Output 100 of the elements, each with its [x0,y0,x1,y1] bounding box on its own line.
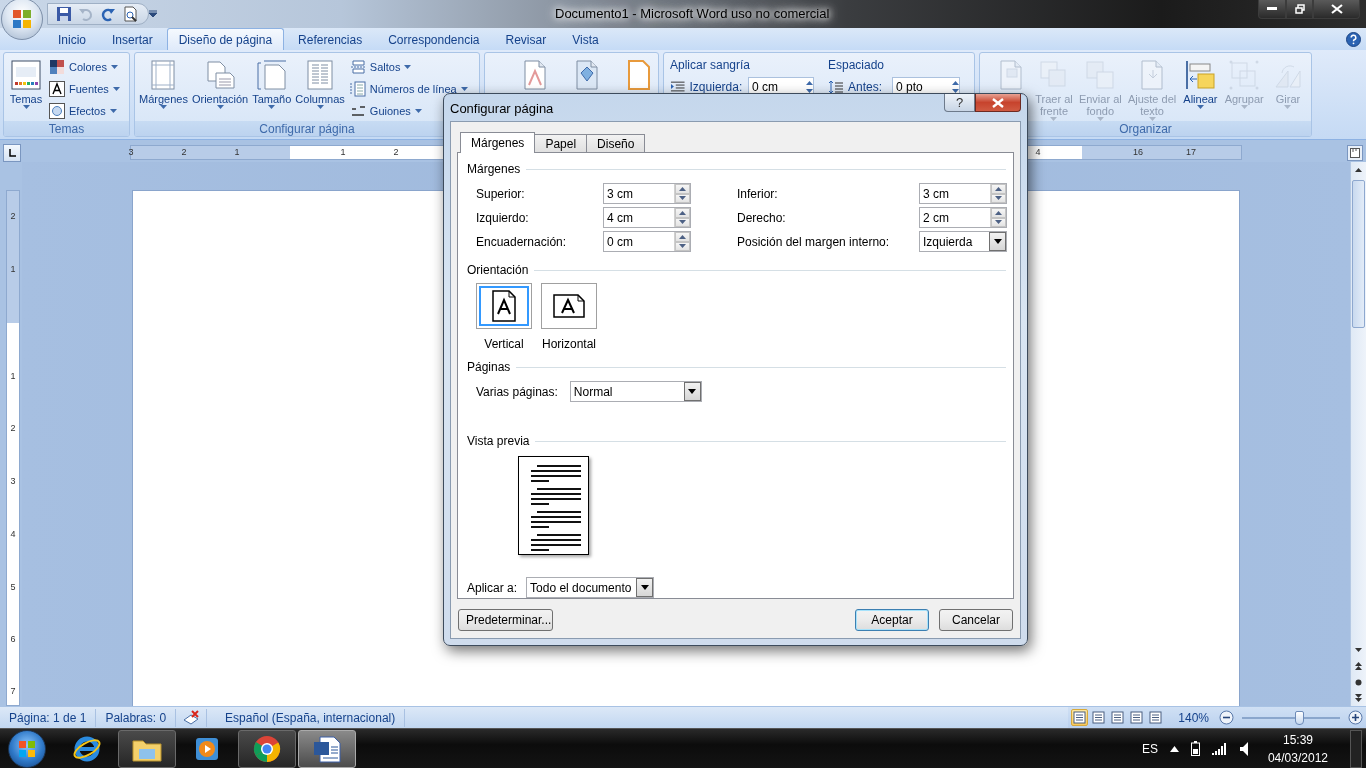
ribbon-button[interactable]: Columnas [294,56,346,110]
previous-page-icon [1355,662,1362,670]
ruler-number: 4 [1035,146,1041,159]
left-tab-icon [8,148,16,157]
colors-icon [49,59,65,75]
close-button[interactable] [975,94,1021,112]
caret-icon [112,87,120,91]
taskbar-app[interactable] [238,729,296,768]
ribbon-button[interactable]: Tamaño [251,56,293,110]
print-layout-icon [1073,711,1087,724]
spin-field[interactable]: 3 cm [603,183,691,204]
reading-view-icon [1092,711,1106,724]
field-label: Antes: [848,80,884,94]
ribbon-button[interactable]: Orientación [190,56,250,110]
ribbon-button[interactable]: Saltos [349,57,470,77]
down-arrow-icon [679,196,686,201]
ribbon-button[interactable]: Efectos [49,101,122,121]
orientation-option[interactable] [541,283,597,329]
down-arrow-icon [995,220,1002,225]
caret-icon [414,109,422,113]
ribbon-tab[interactable]: Revisar [493,28,559,50]
orientation-option[interactable] [476,283,532,329]
ribbon-tab[interactable]: Correspondencia [376,28,492,50]
spin-arrows-icon [806,80,813,94]
close-icon [992,97,1004,108]
ribbon-tab[interactable]: Insertar [100,28,165,50]
view-button[interactable] [1071,709,1089,726]
outline-icon [1130,711,1144,724]
tab-stop-selector[interactable] [3,143,21,162]
dropdown-field[interactable]: Normal [569,381,702,402]
caret-icon [460,87,468,91]
field-label: Encuadernación: [476,234,568,249]
dialog-title: Configurar página [450,101,554,116]
redo-icon [100,6,116,22]
scroll-thumb[interactable] [1352,180,1365,328]
dialog-button[interactable]: Cancelar [939,609,1013,631]
help-button[interactable]: ? [944,94,975,112]
word-count[interactable]: Palabras: 0 [96,708,177,727]
office-logo-icon [11,8,33,30]
breaks-icon [349,59,366,75]
view-ruler-button[interactable] [1347,144,1363,161]
ruler-number: 4 [9,529,17,539]
clock[interactable]: 15:39 04/03/2012 [1259,732,1338,765]
help-button[interactable] [1346,31,1361,47]
restore-button[interactable] [1286,0,1313,19]
field-label: Izquierda: [689,80,744,94]
ribbon-button[interactable]: Temas [7,56,45,110]
ribbon-tab[interactable]: Referencias [286,28,375,50]
office-button[interactable] [1,0,43,40]
view-button[interactable] [1109,709,1127,726]
ruler-number: 1 [234,146,240,159]
page-count[interactable]: Página: 1 de 1 [0,708,97,727]
spin-field[interactable]: 2 cm [919,207,1007,228]
indent-icon [670,79,686,95]
ribbon-button[interactable]: Fuentes [49,79,122,99]
group-heading: Espaciado [828,58,886,74]
caret-icon [268,105,276,109]
proofing-icon [182,709,201,726]
dialog-button[interactable]: Predeterminar... [458,609,553,631]
language-status[interactable]: Español (España, internacional) [207,708,406,727]
date-text: 04/03/2012 [1267,750,1328,765]
minimize-icon [1267,7,1277,11]
ribbon-button[interactable]: Números de línea [349,79,470,99]
taskbar-app[interactable] [298,729,356,768]
group-label: Organizar [1119,121,1172,136]
spin-field[interactable]: 3 cm [919,183,1007,204]
spin-field[interactable]: 0 cm [603,231,691,252]
field-label: Posición del margen interno: [737,234,891,249]
dropdown-field[interactable]: Todo el documento [526,577,655,598]
dialog-tab[interactable]: Papel [534,134,588,152]
dialog-button[interactable]: Aceptar [855,609,929,631]
ribbon-button[interactable]: Colores [49,57,122,77]
chrome-icon [252,733,282,764]
windows-logo-icon [18,739,36,758]
ribbon-tab[interactable]: Vista [560,28,611,50]
dropdown-field[interactable]: Izquierda [919,231,1007,252]
minimize-button[interactable] [1258,0,1286,19]
view-button[interactable] [1090,709,1108,726]
start-button[interactable] [8,729,46,768]
field-label: Izquierdo: [476,210,530,225]
close-button[interactable] [1313,0,1360,19]
ribbon-button[interactable]: Márgenes [138,56,189,110]
zoom-level[interactable]: 140% [1166,710,1217,725]
zoom-in-icon [1348,710,1363,725]
view-button[interactable] [1128,709,1146,726]
section-heading: Orientación [467,263,529,277]
dialog-tab[interactable]: Márgenes [460,132,536,153]
slider-thumb[interactable] [1294,710,1304,725]
dialog-tab[interactable]: Diseño [586,134,646,152]
ribbon-button[interactable]: Alinear [1181,56,1220,110]
view-button[interactable] [1147,709,1165,726]
spin-field[interactable]: 4 cm [603,207,691,228]
ribbon-tab[interactable]: Inicio [46,28,98,50]
close-icon [1330,4,1343,14]
keyboard-language[interactable]: ES [1141,741,1158,756]
ribbon-tab[interactable]: Diseño de página [166,28,285,50]
landscape-page-icon [552,293,586,319]
taskbar-app[interactable] [118,729,176,768]
window-title: Documento1 - Microsoft Word uso no comercial [555,6,830,21]
word-document-icon [312,733,342,764]
